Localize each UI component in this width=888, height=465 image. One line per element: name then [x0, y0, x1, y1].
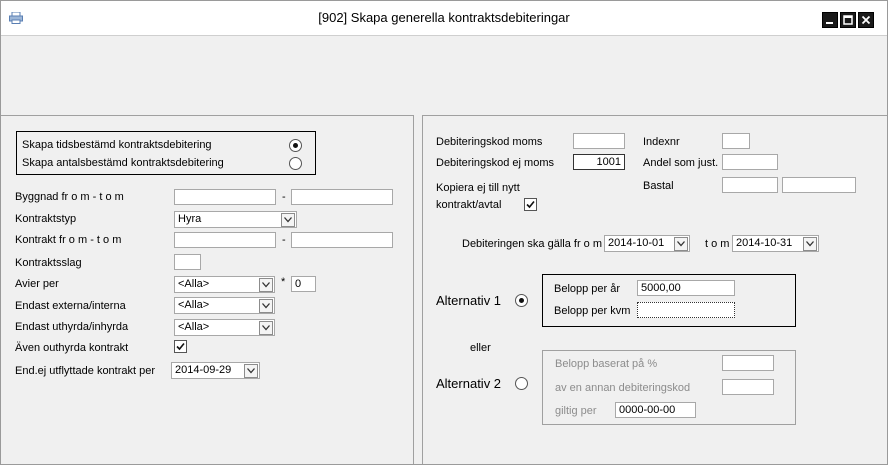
uthyrda-select[interactable]: <Alla>: [174, 319, 275, 336]
utflyttade-value: 2014-09-29: [175, 364, 232, 376]
option-antalsbestamd-label: Skapa antalsbestämd kontraktsdebitering: [22, 157, 224, 169]
indexnr-label: Indexnr: [643, 136, 680, 148]
debkod-moms-input[interactable]: [573, 133, 625, 149]
left-panel-top-border: [1, 115, 413, 116]
chevron-down-icon[interactable]: [244, 364, 258, 378]
avier-multiplier: *: [281, 276, 286, 288]
alternativ1-radio[interactable]: [515, 294, 528, 307]
chevron-down-icon[interactable]: [259, 299, 273, 313]
externa-select[interactable]: <Alla>: [174, 297, 275, 314]
kontrakt-to-input[interactable]: [291, 232, 393, 248]
minimize-icon: [826, 22, 833, 24]
belopp-kvm-input[interactable]: [637, 302, 735, 318]
radio-antalsbestamd[interactable]: [289, 157, 302, 170]
outhyrda-checkbox[interactable]: [174, 340, 187, 353]
belopp-ar-input[interactable]: 5000,00: [637, 280, 735, 296]
chevron-down-icon[interactable]: [259, 278, 273, 292]
utflyttade-label: End.ej utflyttade kontrakt per: [15, 365, 156, 377]
main-window: [902] Skapa generella kontraktsdebiterin…: [0, 0, 888, 465]
belopp-ar-label: Belopp per år: [554, 283, 621, 295]
annan-debkod-label: av en annan debiteringskod: [555, 382, 691, 394]
belopp-kvm-label: Belopp per kvm: [554, 305, 631, 317]
utflyttade-date-select[interactable]: 2014-09-29: [171, 362, 260, 379]
avier-number-input[interactable]: 0: [291, 276, 316, 292]
chevron-down-icon[interactable]: [674, 237, 688, 251]
giltig-input[interactable]: 0000-00-00: [615, 402, 696, 418]
close-icon: [861, 15, 871, 25]
kontraktsslag-input[interactable]: [174, 254, 201, 270]
avier-select[interactable]: <Alla>: [174, 276, 275, 293]
byggnad-label: Byggnad fr o m - t o m: [15, 191, 124, 203]
kopiera-label-line1: Kopiera ej till nytt: [436, 182, 520, 194]
avier-label: Avier per: [15, 278, 59, 290]
period-from-value: 2014-10-01: [608, 237, 665, 249]
andel-input[interactable]: [722, 154, 778, 170]
kopiera-checkbox[interactable]: [524, 198, 537, 211]
belopp-procent-input[interactable]: [722, 355, 774, 371]
kontrakt-from-input[interactable]: [174, 232, 276, 248]
externa-value: <Alla>: [178, 299, 210, 311]
kontraktstyp-value: Hyra: [178, 213, 202, 225]
chevron-down-icon[interactable]: [281, 213, 295, 227]
chevron-down-icon[interactable]: [259, 321, 273, 335]
period-from-select[interactable]: 2014-10-01: [604, 235, 690, 252]
kontraktstyp-select[interactable]: Hyra: [174, 211, 297, 228]
debkod-moms-label: Debiteringskod moms: [436, 136, 543, 148]
period-to-value: 2014-10-31: [736, 237, 793, 249]
outhyrda-label: Även outhyrda kontrakt: [15, 342, 129, 354]
byggnad-dash: -: [282, 191, 286, 203]
belopp-procent-label: Belopp baserat på %: [555, 358, 658, 370]
alternativ1-label: Alternativ 1: [436, 293, 502, 308]
period-to-select[interactable]: 2014-10-31: [732, 235, 819, 252]
bastal-input-2[interactable]: [782, 177, 856, 193]
avier-value: <Alla>: [178, 278, 210, 290]
checkmark-icon: [176, 342, 185, 351]
alternativ2-label: Alternativ 2: [436, 376, 502, 391]
byggnad-from-input[interactable]: [174, 189, 276, 205]
checkmark-icon: [526, 200, 535, 209]
indexnr-input[interactable]: [722, 133, 750, 149]
option-tidsbestamd-label: Skapa tidsbestämd kontraktsdebitering: [22, 139, 212, 151]
right-panel-left-border: [422, 115, 423, 464]
chevron-down-icon[interactable]: [803, 237, 817, 251]
debkod-ejmoms-input[interactable]: 1001: [573, 154, 625, 170]
externa-label: Endast externa/interna: [15, 300, 126, 312]
kontrakt-dash: -: [282, 234, 286, 246]
alternativ2-radio[interactable]: [515, 377, 528, 390]
annan-debkod-input[interactable]: [722, 379, 774, 395]
kontraktsslag-label: Kontraktsslag: [15, 257, 82, 269]
maximize-button[interactable]: [840, 12, 856, 28]
radio-tidsbestamd[interactable]: [289, 139, 302, 152]
right-panel-top-border: [422, 115, 887, 116]
minimize-button[interactable]: [822, 12, 838, 28]
kontrakt-label: Kontrakt fr o m - t o m: [15, 234, 122, 246]
maximize-icon: [843, 15, 853, 25]
title-bar: [902] Skapa generella kontraktsdebiterin…: [1, 1, 887, 36]
kopiera-label-line2: kontrakt/avtal: [436, 199, 502, 211]
byggnad-to-input[interactable]: [291, 189, 393, 205]
bastal-input-1[interactable]: [722, 177, 778, 193]
period-tom-label: t o m: [705, 238, 730, 250]
uthyrda-label: Endast uthyrda/inhyrda: [15, 321, 129, 333]
andel-label: Andel som just.: [643, 157, 719, 169]
period-label: Debiteringen ska gälla fr o m: [462, 238, 603, 250]
eller-label: eller: [470, 342, 491, 354]
uthyrda-value: <Alla>: [178, 321, 210, 333]
bastal-label: Bastal: [643, 180, 674, 192]
debkod-ejmoms-label: Debiteringskod ej moms: [436, 157, 554, 169]
close-button[interactable]: [858, 12, 874, 28]
kontraktstyp-label: Kontraktstyp: [15, 213, 77, 225]
left-panel-right-border: [413, 115, 414, 464]
window-title: [902] Skapa generella kontraktsdebiterin…: [318, 10, 570, 25]
giltig-label: giltig per: [555, 405, 597, 417]
